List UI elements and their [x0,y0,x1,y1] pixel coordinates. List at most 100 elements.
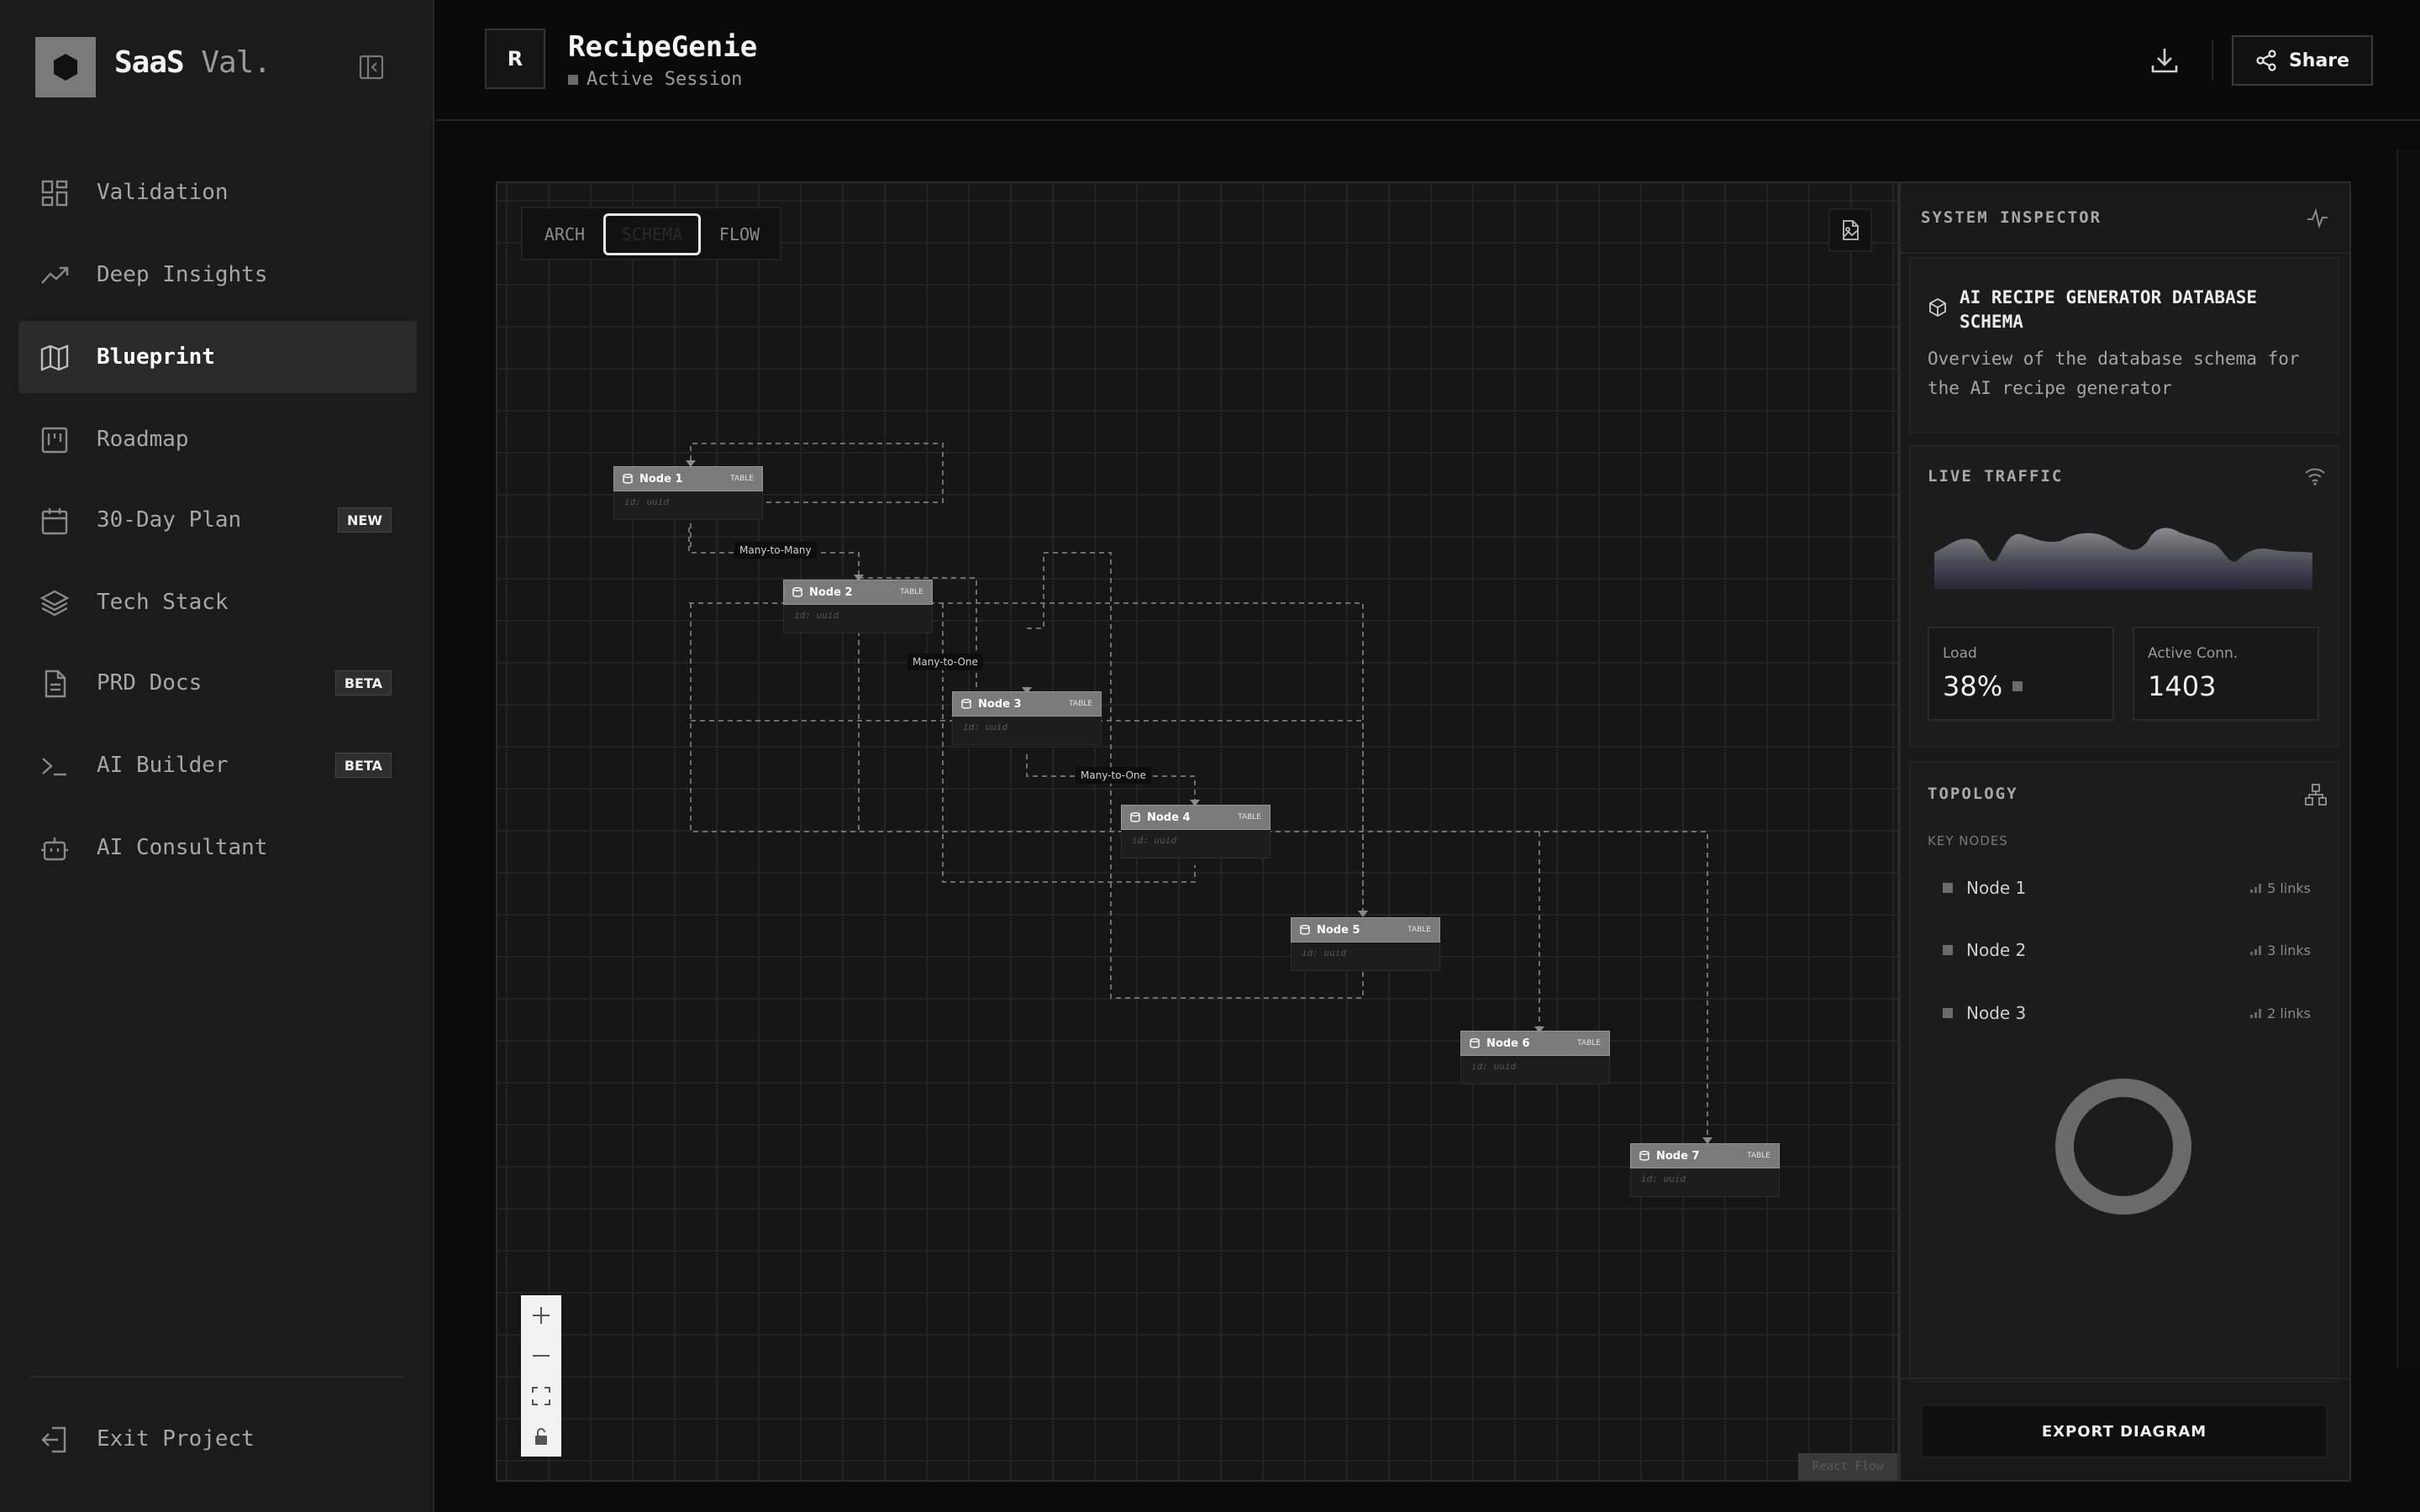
sidebar-item-roadmap[interactable]: Roadmap [18,403,417,475]
live-traffic-title: LIVE TRAFFIC [1928,467,2064,486]
scroll-track[interactable] [2396,150,2420,1368]
schema-description: Overview of the database schema for the … [1928,349,2300,398]
sidebar-item-label: Roadmap [97,427,189,452]
key-node-item[interactable]: Node 1 5 links [1941,875,2311,900]
export-diagram-button[interactable]: EXPORT DIAGRAM [1921,1404,2328,1458]
activity-icon [2307,207,2328,229]
divider [1901,252,2349,254]
key-node-item[interactable]: Node 2 3 links [1941,937,2311,963]
fit-view-button[interactable] [521,1376,561,1416]
schema-node-6[interactable]: Node 6 TABLE id: uuid [1460,1031,1610,1084]
sidebar-item-label: Validation [97,180,229,205]
sidebar-item-prd-docs[interactable]: PRD Docs BETA [18,647,417,719]
plus-icon [533,1307,550,1324]
download-icon [2151,49,2178,73]
key-node-name: Node 2 [1966,940,2027,960]
export-image-button[interactable] [1828,208,1872,252]
key-node-links: 2 links [2250,1005,2311,1021]
database-icon [1470,1038,1480,1048]
node-field: id: uuid [1460,1056,1610,1084]
node-name: Node 1 [639,472,683,486]
topology-ring [2055,1079,2191,1215]
divider [1901,1378,2349,1379]
active-connections-label: Active Conn. [2148,645,2238,662]
sidebar-divider [30,1376,403,1378]
sidebar-collapse-icon [359,55,384,80]
layers-icon [40,590,69,617]
load-metric: Load 38% [1928,627,2114,721]
node-field: id: uuid [1630,1168,1780,1197]
topology-title: TOPOLOGY [1928,785,2018,803]
node-header: Node 6 TABLE [1460,1031,1610,1056]
terminal-icon [42,758,66,776]
node-type-tag: TABLE [1577,1039,1601,1047]
session-status: Active Session [568,69,742,90]
signal-icon [2250,1009,2262,1018]
sidebar-item-label: AI Builder [97,753,229,778]
sidebar-item-blueprint[interactable]: Blueprint [18,321,417,393]
key-node-item[interactable]: Node 3 2 links [1941,1000,2311,1026]
map-icon [40,344,69,371]
collapse-sidebar-button[interactable] [358,54,385,81]
sidebar-item-ai-consultant[interactable]: AI Consultant [18,811,417,884]
sidebar-item-label: PRD Docs [97,670,203,696]
sidebar-item-validation[interactable]: Validation [18,156,417,228]
node-field: id: uuid [1121,830,1270,858]
schema-node-3[interactable]: Node 3 TABLE id: uuid [952,691,1102,745]
schema-node-5[interactable]: Node 5 TABLE id: uuid [1291,917,1440,971]
tab-flow[interactable]: FLOW [702,213,776,255]
sidebar-item-30-day-plan[interactable]: 30-Day Plan NEW [18,484,417,556]
node-type-tag: TABLE [900,588,923,596]
project-avatar: R [485,29,545,89]
share-button[interactable]: Share [2232,35,2373,86]
node-type-tag: TABLE [1069,700,1092,708]
schema-node-7[interactable]: Node 7 TABLE id: uuid [1630,1143,1780,1197]
exit-project-button[interactable]: Exit Project [18,1403,417,1475]
trending-up-icon [41,266,69,284]
zoom-in-button[interactable] [521,1295,561,1336]
sidebar-item-ai-builder[interactable]: AI Builder BETA [18,729,417,801]
schema-node-1[interactable]: Node 1 TABLE id: uuid [613,466,763,520]
sidebar-item-tech-stack[interactable]: Tech Stack [18,566,417,638]
image-file-icon [1843,220,1859,240]
brand-name: SaaS Val. [114,45,271,80]
tab-schema[interactable]: SCHEMA [603,213,701,255]
zoom-out-button[interactable] [521,1336,561,1376]
hexagon-icon [54,54,77,81]
schema-title: AI RECIPE GENERATOR DATABASE SCHEMA [1960,287,2258,332]
key-nodes-label: KEY NODES [1928,833,2008,848]
cube-icon [1929,297,1946,318]
attribution-watermark[interactable]: React Flow [1798,1453,1897,1480]
inspector-title: SYSTEM INSPECTOR [1921,208,2102,227]
signal-icon [2250,884,2262,893]
sidebar-item-deep-insights[interactable]: Deep Insights [18,239,417,311]
topology-card [1909,761,2339,1383]
node-marker [1943,1008,1953,1018]
beta-badge: BETA [334,753,392,778]
load-label: Load [1943,645,1977,662]
lock-icon [535,1428,547,1445]
tab-arch[interactable]: ARCH [528,213,602,255]
schema-node-4[interactable]: Node 4 TABLE id: uuid [1121,805,1270,858]
node-header: Node 2 TABLE [783,580,933,605]
node-field: id: uuid [783,605,933,633]
lock-button[interactable] [521,1416,561,1457]
node-name: Node 2 [809,585,853,599]
node-header: Node 3 TABLE [952,691,1102,717]
share-label: Share [2288,50,2350,71]
node-name: Node 3 [978,697,1022,711]
node-header: Node 1 TABLE [613,466,763,491]
node-name: Node 7 [1656,1149,1700,1163]
node-marker [1943,945,1953,955]
signal-icon [2250,946,2262,955]
node-header: Node 7 TABLE [1630,1143,1780,1168]
download-button[interactable] [2148,44,2181,77]
page-title: RecipeGenie [568,30,758,64]
traffic-sparkline [1934,528,2312,590]
document-icon [45,669,66,698]
schema-node-2[interactable]: Node 2 TABLE id: uuid [783,580,933,633]
database-icon [623,474,633,484]
share-icon [2256,50,2276,71]
node-name: Node 6 [1486,1037,1530,1050]
sidebar-item-label: Deep Insights [97,262,268,287]
